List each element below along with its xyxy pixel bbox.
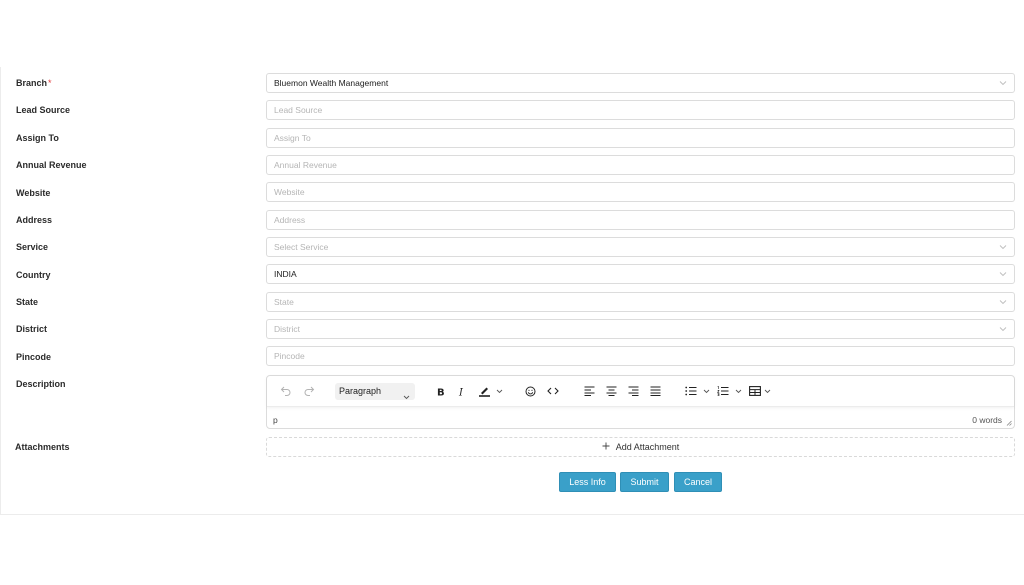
district-placeholder: District (274, 324, 300, 334)
bold-icon[interactable]: B (435, 383, 447, 399)
less-info-button[interactable]: Less Info (559, 472, 616, 492)
chevron-down-icon[interactable] (734, 383, 742, 399)
undo-icon[interactable] (279, 383, 293, 399)
block-format-select[interactable]: Paragraph (335, 383, 415, 400)
add-attachment-label: Add Attachment (615, 442, 680, 452)
editor-toolbar: Paragraph B I (267, 376, 1014, 407)
address-label: Address (16, 215, 53, 225)
service-select[interactable]: Select Service (266, 237, 1015, 257)
state-placeholder: State (274, 297, 294, 307)
chevron-down-icon (999, 299, 1007, 305)
element-path[interactable]: p (273, 415, 278, 425)
address-placeholder: Address (274, 215, 306, 225)
pincode-input[interactable]: Pincode (266, 346, 1015, 366)
chevron-down-icon (999, 271, 1007, 277)
chevron-down-icon[interactable] (495, 383, 503, 399)
lead-source-placeholder: Lead Source (274, 105, 323, 115)
service-placeholder: Select Service (274, 242, 329, 252)
resize-grip-icon[interactable] (1006, 418, 1012, 428)
required-marker: * (48, 78, 52, 88)
website-placeholder: Website (274, 187, 305, 197)
district-label: District (16, 324, 48, 334)
emoji-icon[interactable] (524, 383, 536, 399)
pincode-label: Pincode (16, 352, 52, 362)
attachments-label: Attachments (15, 442, 70, 452)
svg-text:B: B (437, 387, 445, 397)
branch-select-value: Bluemon Wealth Management (274, 78, 389, 88)
assign-to-input[interactable]: Assign To (266, 128, 1015, 148)
redo-icon[interactable] (302, 383, 316, 399)
align-right-icon[interactable] (627, 383, 639, 399)
editor-statusbar: p 0 words (267, 412, 1014, 429)
address-input[interactable]: Address (266, 210, 1015, 230)
annual-revenue-placeholder: Annual Revenue (274, 160, 337, 170)
chevron-down-icon (999, 326, 1007, 332)
assign-to-label: Assign To (16, 133, 59, 143)
country-select[interactable]: INDIA (266, 264, 1015, 284)
state-label: State (16, 297, 39, 307)
lead-source-label: Lead Source (16, 105, 71, 115)
assign-to-placeholder: Assign To (274, 133, 311, 143)
branch-select[interactable]: Bluemon Wealth Management (266, 73, 1015, 93)
svg-text:I: I (458, 387, 464, 397)
chevron-down-icon (999, 244, 1007, 250)
numbered-list-icon[interactable] (717, 383, 729, 399)
table-icon[interactable] (748, 383, 761, 399)
chevron-down-icon[interactable] (702, 383, 710, 399)
cancel-button[interactable]: Cancel (674, 472, 722, 492)
description-label: Description (16, 379, 66, 389)
bullet-list-icon[interactable] (685, 383, 697, 399)
country-label: Country (16, 270, 51, 280)
lead-source-input[interactable]: Lead Source (266, 100, 1015, 120)
description-editor[interactable]: Paragraph B I p 0 words (266, 375, 1015, 429)
chevron-down-icon (999, 80, 1007, 86)
italic-icon[interactable]: I (457, 383, 467, 399)
country-select-value: INDIA (274, 269, 297, 279)
annual-revenue-input[interactable]: Annual Revenue (266, 155, 1015, 175)
branch-label: Branch* (16, 78, 52, 88)
website-input[interactable]: Website (266, 182, 1015, 202)
align-left-icon[interactable] (583, 383, 595, 399)
state-select[interactable]: State (266, 292, 1015, 312)
chevron-down-icon[interactable] (763, 383, 771, 399)
justify-icon[interactable] (649, 383, 661, 399)
code-icon[interactable] (546, 383, 559, 399)
align-center-icon[interactable] (605, 383, 617, 399)
service-label: Service (16, 242, 49, 252)
pincode-placeholder: Pincode (274, 351, 305, 361)
annual-revenue-label: Annual Revenue (16, 160, 87, 170)
website-label: Website (16, 188, 51, 198)
word-count[interactable]: 0 words (972, 415, 1002, 425)
submit-button[interactable]: Submit (620, 472, 669, 492)
district-select[interactable]: District (266, 319, 1015, 339)
chevron-down-icon (403, 389, 410, 406)
highlight-icon[interactable] (477, 383, 491, 399)
block-format-value: Paragraph (339, 386, 382, 396)
add-attachment-button[interactable]: Add Attachment (266, 437, 1015, 457)
plus-icon (602, 442, 610, 452)
